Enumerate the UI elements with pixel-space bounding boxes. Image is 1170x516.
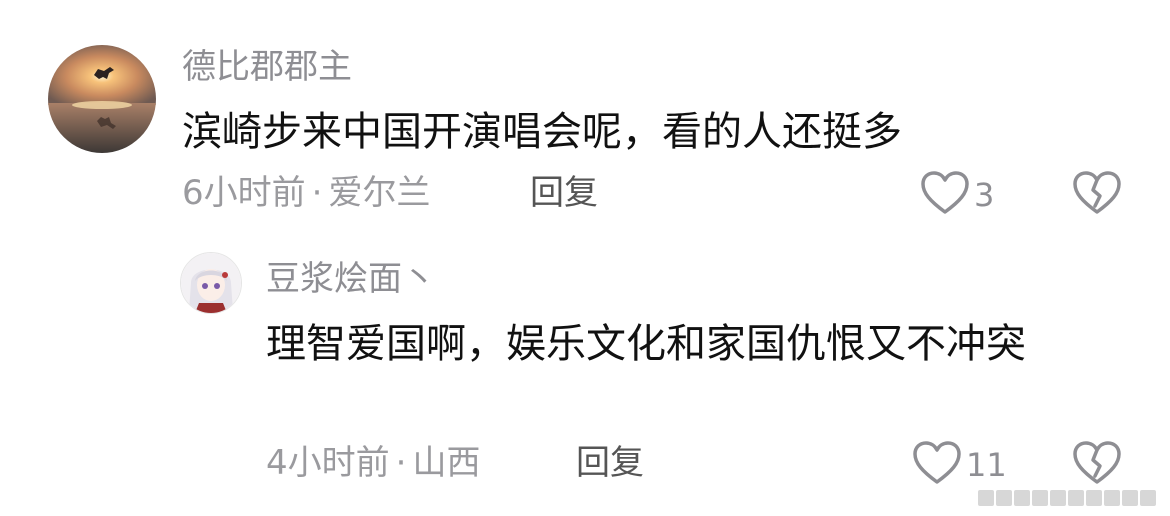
watermark	[978, 490, 1156, 506]
dislike-button[interactable]	[1072, 170, 1122, 220]
like-count: 3	[974, 176, 995, 214]
comment-text: 理智爱国啊，娱乐文化和家国仇恨又不冲突	[266, 321, 1026, 367]
location: 爱尔兰	[328, 173, 431, 213]
broken-heart-icon	[1072, 171, 1122, 220]
like-button[interactable]: 11	[912, 440, 1007, 490]
heart-outline-icon	[912, 440, 962, 490]
broken-heart-icon	[1072, 441, 1122, 490]
dislike-button[interactable]	[1072, 440, 1122, 490]
avatar[interactable]	[180, 252, 242, 314]
anime-girl-icon	[181, 253, 241, 313]
comment-text: 滨崎步来中国开演唱会呢，看的人还挺多	[182, 109, 902, 155]
comment-meta: 4小时前 · 山西	[266, 446, 480, 480]
timestamp: 6小时前	[182, 173, 306, 213]
location: 山西	[412, 443, 481, 483]
avatar[interactable]	[48, 45, 156, 153]
reply-button[interactable]: 回复	[576, 446, 644, 480]
timestamp: 4小时前	[266, 443, 390, 483]
like-count: 11	[966, 446, 1007, 484]
comment-meta: 6小时前 · 爱尔兰	[182, 176, 430, 210]
heart-outline-icon	[920, 170, 970, 220]
like-button[interactable]: 3	[920, 170, 994, 220]
meta-separator: ·	[395, 443, 407, 483]
reply-button[interactable]: 回复	[530, 176, 598, 210]
username[interactable]: 德比郡郡主	[182, 50, 352, 84]
meta-separator: ·	[311, 173, 323, 213]
username[interactable]: 豆浆烩面丶	[266, 262, 436, 296]
sunset-silhouette-icon	[48, 45, 156, 153]
